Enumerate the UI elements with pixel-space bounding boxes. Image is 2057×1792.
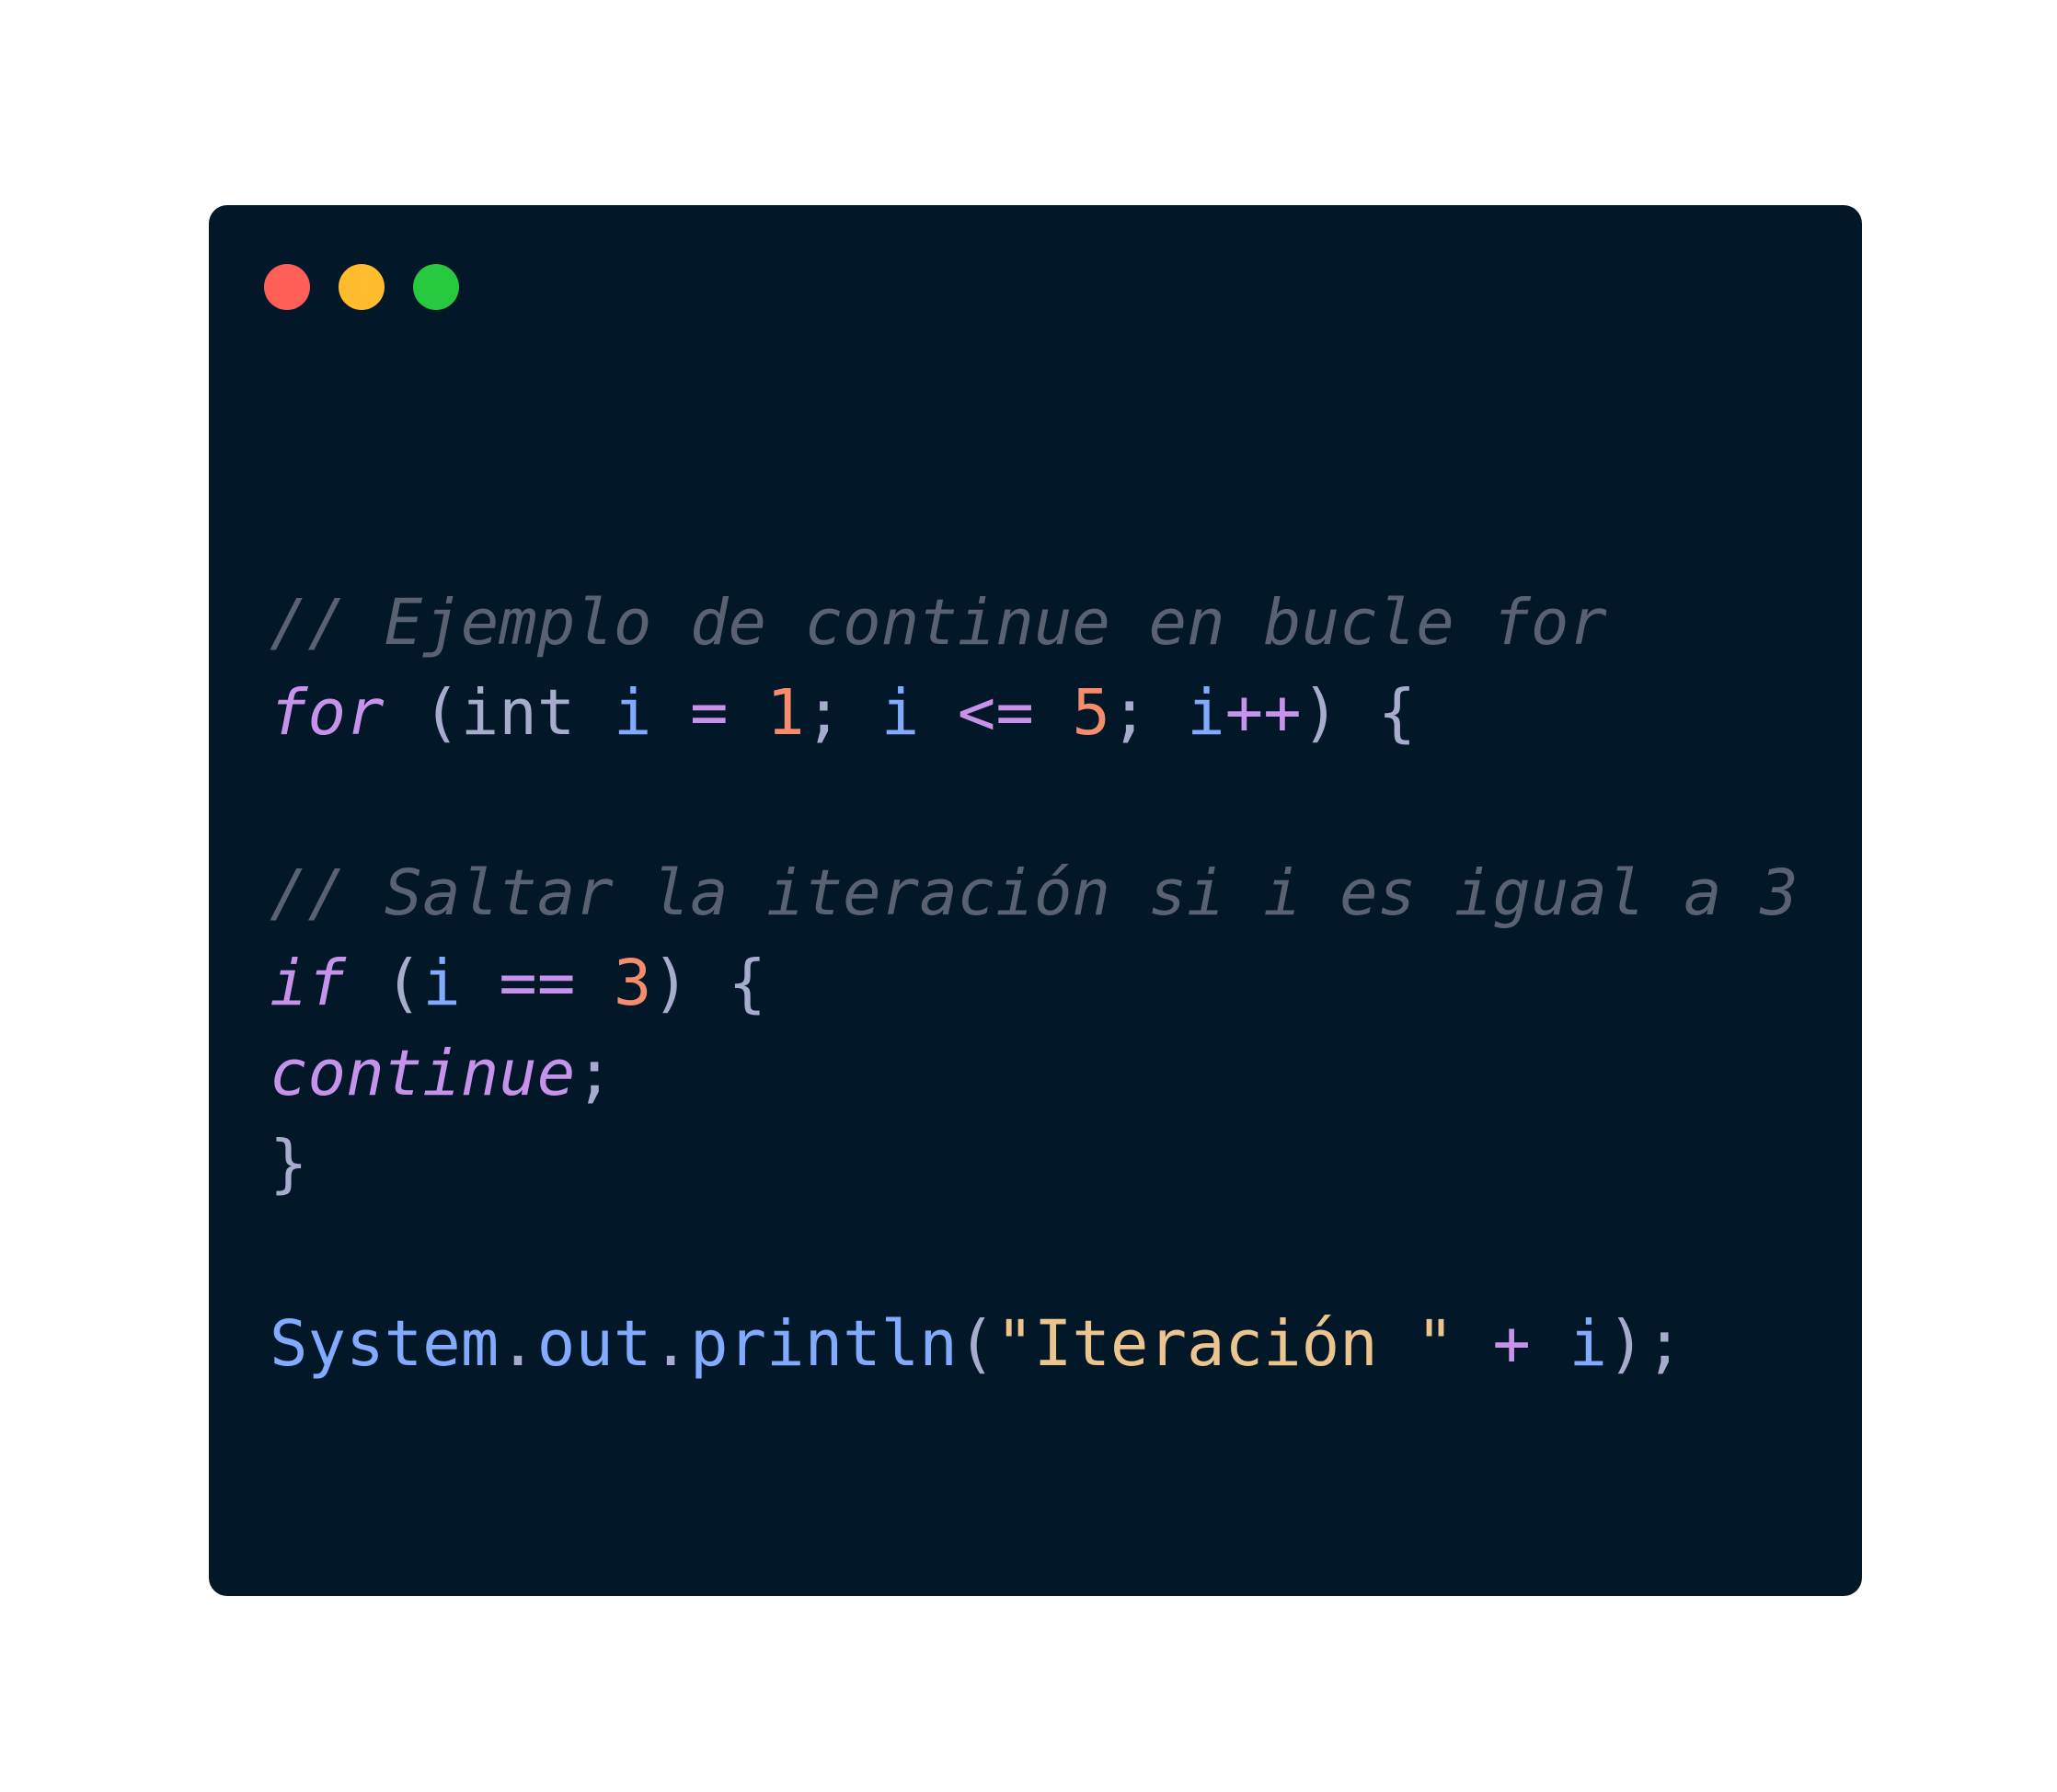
punctuation: ; — [575, 1037, 614, 1110]
punctuation: ( — [346, 947, 423, 1020]
punctuation: ( — [957, 1307, 996, 1381]
closing-brace: } — [270, 1127, 308, 1200]
code-line-1: // Ejemplo de continue en bucle for — [270, 578, 1798, 668]
comment: // Ejemplo de continue en bucle for — [270, 586, 1607, 660]
variable-i: i — [613, 676, 652, 750]
code-line-6: continue; — [270, 1028, 1798, 1119]
operator-plus: + — [1454, 1307, 1569, 1381]
code-line-2: for (int i = 1; i <= 5; i++) { — [270, 668, 1798, 758]
code-line-4: // Saltar la iteración si i es igual a 3 — [270, 848, 1798, 938]
keyword-continue: continue — [270, 1037, 576, 1110]
minimize-dot-icon[interactable] — [339, 264, 385, 310]
operator-le: <= — [919, 676, 1073, 750]
punctuation: ; — [804, 676, 881, 750]
close-dot-icon[interactable] — [264, 264, 310, 310]
keyword-for: for — [270, 676, 385, 750]
variable-i: i — [1569, 1307, 1607, 1381]
punctuation: ) { — [651, 947, 767, 1020]
code-window: // Ejemplo de continue en bucle for for (… — [209, 205, 1862, 1596]
operator-increment: ++ — [1224, 676, 1302, 750]
punctuation: ( — [384, 676, 461, 750]
punctuation: . — [651, 1307, 690, 1381]
punctuation: . — [499, 1307, 537, 1381]
punctuation: ); — [1606, 1307, 1684, 1381]
variable-i: i — [1187, 676, 1225, 750]
number-literal: 5 — [1072, 676, 1110, 750]
code-block: // Ejemplo de continue en bucle for for (… — [270, 578, 1798, 1389]
type-int: int — [460, 676, 576, 750]
maximize-dot-icon[interactable] — [413, 264, 459, 310]
keyword-if: if — [270, 947, 347, 1020]
comment: // Saltar la iteración si i es igual a 3 — [270, 856, 1798, 930]
punctuation: ) { — [1301, 676, 1417, 750]
variable-i: i — [880, 676, 920, 750]
variable-i: i — [422, 947, 461, 1020]
operator-equals: == — [460, 947, 614, 1020]
number-literal: 1 — [766, 676, 805, 750]
method-println: println — [689, 1307, 958, 1381]
code-line-9: System.out.println("Iteración " + i); — [270, 1299, 1798, 1389]
code-line-5: if (i == 3) { — [270, 938, 1798, 1028]
number-literal: 3 — [613, 947, 652, 1020]
window-controls — [264, 264, 459, 310]
punctuation: ; — [1109, 676, 1188, 750]
code-line-7: } — [270, 1119, 1798, 1209]
operator-assign: = — [651, 676, 767, 750]
string-literal: "Iteración " — [995, 1307, 1454, 1381]
class-system: System — [270, 1307, 500, 1381]
field-out: out — [536, 1307, 652, 1381]
